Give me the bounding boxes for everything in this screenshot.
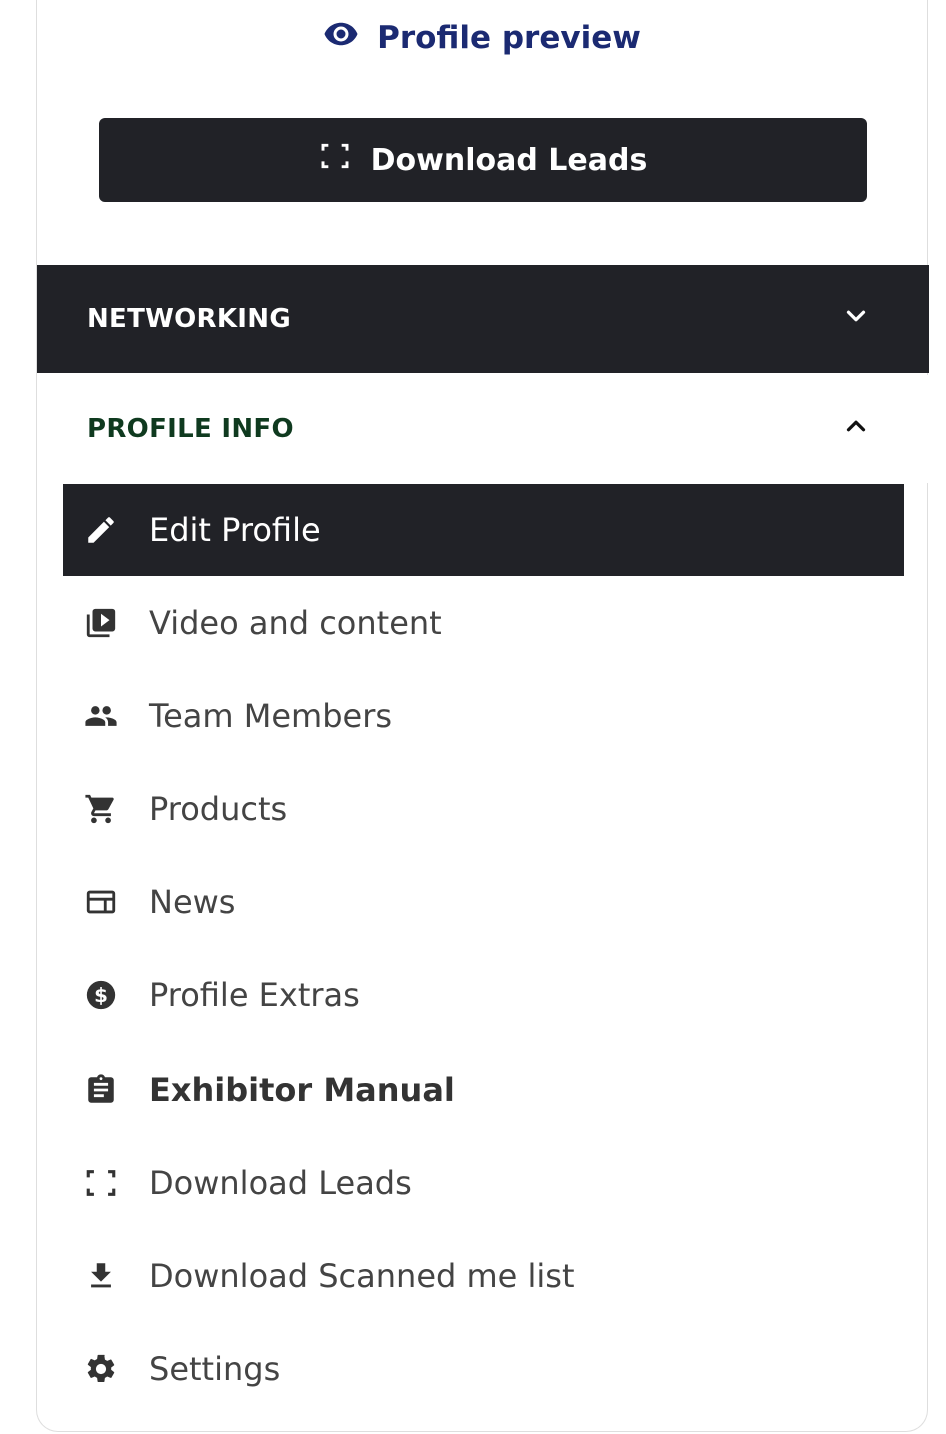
menu-item-download-scanned-me-list[interactable]: Download Scanned me list: [63, 1230, 904, 1322]
scan-frame-icon: [83, 1165, 119, 1201]
menu-item-label: Profile Extras: [149, 976, 360, 1014]
profile-preview-label: Profile preview: [377, 20, 641, 56]
menu-item-label: Settings: [149, 1350, 281, 1388]
dollar-circle-icon: $: [83, 977, 119, 1013]
menu-item-team-members[interactable]: Team Members: [63, 670, 904, 762]
download-icon: [83, 1258, 119, 1294]
eye-icon: [323, 16, 359, 60]
section-profile-info-label: PROFILE INFO: [87, 414, 294, 444]
cart-icon: [83, 791, 119, 827]
menu-item-label: Video and content: [149, 604, 442, 642]
menu-item-label: Edit Profile: [149, 511, 321, 549]
menu-item-profile-extras[interactable]: $ Profile Extras: [63, 949, 904, 1041]
chevron-up-icon: [841, 411, 871, 448]
menu-item-label: Team Members: [149, 697, 393, 735]
gear-icon: [83, 1351, 119, 1387]
people-icon: [83, 698, 119, 734]
menu-item-video-and-content[interactable]: Video and content: [63, 577, 904, 669]
menu-item-products[interactable]: Products: [63, 763, 904, 855]
newspaper-icon: [83, 884, 119, 920]
menu-item-settings[interactable]: Settings: [63, 1323, 904, 1415]
scan-frame-icon: [319, 140, 351, 180]
clipboard-icon: [83, 1072, 119, 1108]
menu-item-exhibitor-manual[interactable]: Exhibitor Manual: [63, 1044, 904, 1136]
video-library-icon: [83, 605, 119, 641]
menu-item-label: Download Scanned me list: [149, 1257, 575, 1295]
menu-item-label: News: [149, 883, 236, 921]
download-leads-button[interactable]: Download Leads: [99, 118, 867, 202]
menu-item-label: Exhibitor Manual: [149, 1071, 455, 1109]
section-networking[interactable]: NETWORKING: [37, 265, 929, 373]
svg-text:$: $: [94, 984, 108, 1007]
menu-item-edit-profile[interactable]: Edit Profile: [63, 484, 904, 576]
section-profile-info[interactable]: PROFILE INFO: [37, 375, 929, 483]
profile-preview-link[interactable]: Profile preview: [37, 14, 927, 62]
menu-item-download-leads[interactable]: Download Leads: [63, 1137, 904, 1229]
section-networking-label: NETWORKING: [87, 304, 291, 334]
chevron-down-icon: [841, 301, 871, 338]
menu-item-label: Download Leads: [149, 1164, 412, 1202]
menu-item-label: Products: [149, 790, 288, 828]
sidebar-panel: Profile preview Download Leads NETWORKIN…: [36, 0, 929, 1432]
download-leads-button-label: Download Leads: [370, 142, 648, 178]
menu-item-news[interactable]: News: [63, 856, 904, 948]
pencil-icon: [83, 512, 119, 548]
